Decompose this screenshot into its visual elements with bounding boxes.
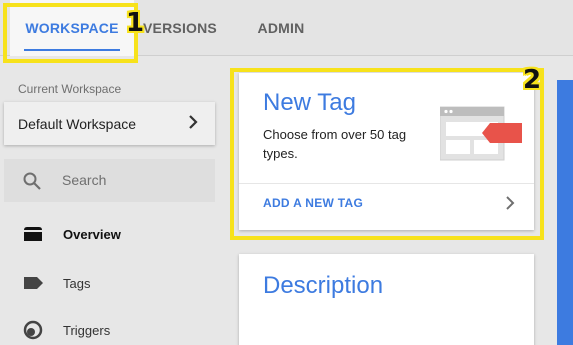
sidebar-item-label: Overview: [63, 226, 121, 242]
tag-illustration-icon: [440, 106, 522, 161]
workspace-name: Default Workspace: [18, 115, 137, 132]
tab-workspace[interactable]: WORKSPACE: [10, 0, 134, 56]
search-box[interactable]: Search: [4, 159, 215, 202]
top-nav: WORKSPACE VERSIONS ADMIN: [0, 0, 573, 56]
tab-admin[interactable]: ADMIN: [246, 0, 316, 56]
new-tag-description: Choose from over 50 tag types.: [263, 127, 407, 161]
chevron-right-icon: [189, 115, 198, 129]
tag-icon: [24, 277, 43, 289]
sidebar-item-label: Triggers: [63, 322, 111, 338]
annotation-number-1: 1: [126, 8, 145, 38]
trigger-icon: [23, 320, 43, 340]
sidebar-item-tags[interactable]: Tags: [0, 263, 215, 303]
tab-versions[interactable]: VERSIONS: [138, 0, 222, 56]
annotation-number-2: 2: [523, 65, 542, 95]
folder-icon: [24, 227, 42, 241]
new-tag-title: New Tag: [263, 89, 356, 116]
search-placeholder: Search: [62, 172, 107, 188]
add-new-tag-link[interactable]: ADD A NEW TAG: [263, 196, 363, 210]
current-workspace-label: Current Workspace: [18, 82, 122, 96]
workspace-selector[interactable]: Default Workspace: [4, 102, 215, 145]
new-tag-card[interactable]: New Tag Choose from over 50 tag types. A…: [239, 73, 534, 230]
description-card: Description: [239, 254, 534, 345]
sidebar-item-triggers[interactable]: Triggers: [0, 310, 215, 345]
active-tab-indicator: [24, 49, 120, 51]
search-icon: [23, 172, 41, 190]
sidebar-item-overview[interactable]: Overview: [0, 214, 215, 254]
description-title: Description: [263, 272, 384, 299]
tab-versions-label: VERSIONS: [143, 20, 217, 36]
sidebar-item-label: Tags: [63, 275, 91, 291]
tab-admin-label: ADMIN: [257, 20, 305, 36]
card-divider: [239, 183, 534, 184]
tab-workspace-label: WORKSPACE: [25, 20, 119, 36]
side-panel-edge: [557, 80, 573, 345]
chevron-right-icon[interactable]: [502, 195, 518, 211]
